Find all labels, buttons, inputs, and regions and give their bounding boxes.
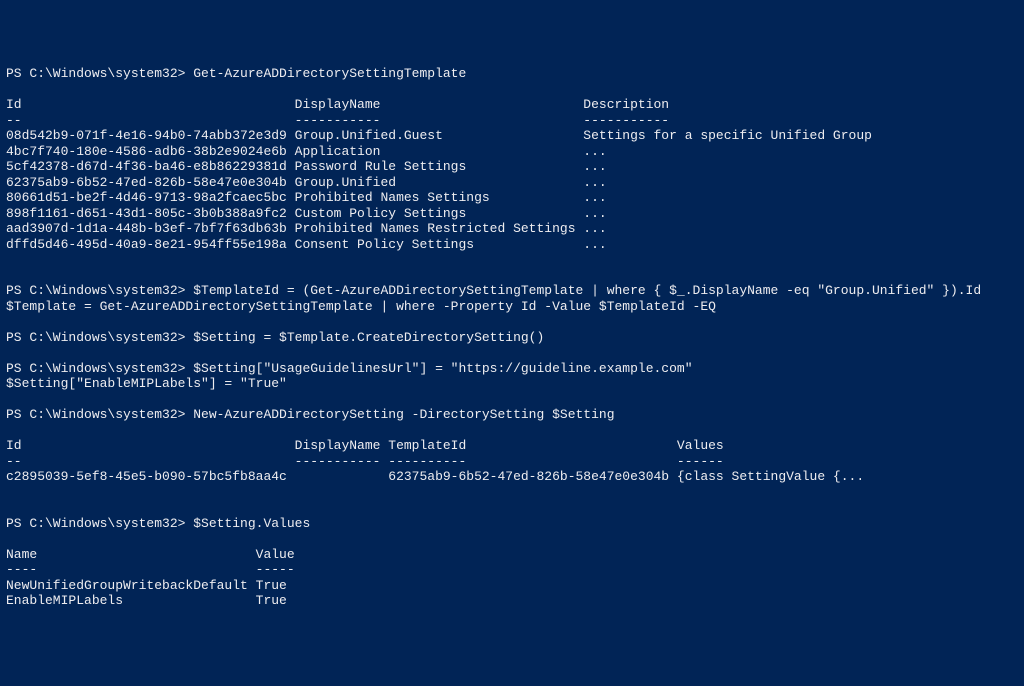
terminal-output[interactable]: PS C:\Windows\system32> Get-AzureADDirec…: [6, 66, 1018, 609]
